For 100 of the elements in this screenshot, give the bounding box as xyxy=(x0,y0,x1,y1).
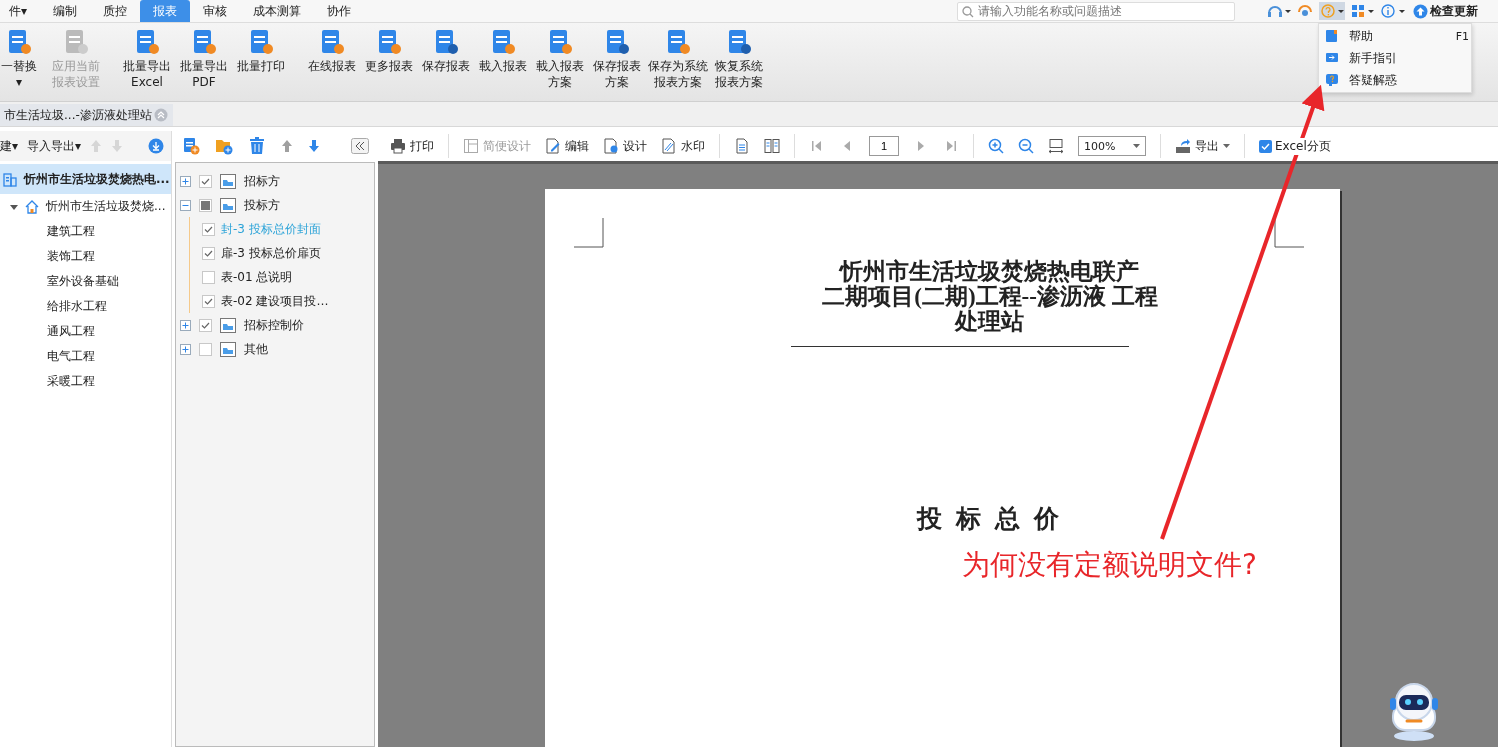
tree-item[interactable]: 表-02 建设项目投… xyxy=(221,292,329,310)
document-tab[interactable]: 市生活垃圾...-渗沥液处理站 xyxy=(0,104,173,126)
tree-item[interactable]: 招标控制价 xyxy=(244,316,304,334)
add-folder-icon[interactable] xyxy=(215,137,233,155)
menu-item[interactable]: 新手指引 xyxy=(1319,47,1471,69)
page-number-field[interactable]: 1 xyxy=(869,136,899,156)
fit-width-icon xyxy=(1048,138,1064,154)
upload-icon xyxy=(1413,3,1428,19)
tree-item[interactable]: 其他 xyxy=(244,340,268,358)
check-update-button[interactable]: 检查更新 xyxy=(1413,2,1478,20)
printer-icon xyxy=(390,138,406,154)
checkbox-checked-icon[interactable] xyxy=(202,246,215,260)
ribbon-button[interactable]: 批量导出 Excel xyxy=(120,29,174,90)
expand-box-icon[interactable] xyxy=(180,319,191,331)
move-down-icon[interactable] xyxy=(308,139,320,153)
print-button[interactable]: 打印 xyxy=(390,137,434,155)
ribbon-button[interactable]: 保存报表 xyxy=(419,29,473,74)
help-icon[interactable] xyxy=(1319,2,1345,20)
folder-report-icon xyxy=(220,341,236,357)
toolbar-dropdown-button[interactable]: 导入导出▾ xyxy=(27,137,82,155)
watermark-button[interactable]: 水印 xyxy=(661,137,705,155)
shortcut-label: F1 xyxy=(1455,29,1469,43)
crop-mark-icon xyxy=(574,218,604,248)
checkbox-checked-icon[interactable] xyxy=(1259,139,1272,153)
ribbon-button[interactable]: 批量导出 PDF xyxy=(177,29,231,90)
collapse-box-icon[interactable] xyxy=(180,199,191,211)
tree-item[interactable]: 通风工程 xyxy=(0,319,171,344)
ribbon-button[interactable]: 載入报表 方案 xyxy=(533,29,587,90)
menu-tab[interactable]: 协作 xyxy=(314,0,365,22)
info-icon[interactable] xyxy=(1381,4,1407,18)
menu-tab[interactable]: 成本测算 xyxy=(240,0,315,22)
question-icon xyxy=(1325,73,1339,87)
export-button[interactable]: 导出 xyxy=(1175,137,1230,155)
ribbon-button[interactable]: 保存报表 方案 xyxy=(590,29,644,90)
ribbon-button[interactable]: 載入报表 xyxy=(476,29,530,74)
folder-report-icon xyxy=(220,317,236,333)
expanded-caret-icon[interactable] xyxy=(10,202,18,211)
download-icon[interactable] xyxy=(148,138,164,154)
tree-item[interactable]: 忻州市生活垃圾焚烧... xyxy=(0,194,171,219)
menu-tab[interactable]: 编制 xyxy=(40,0,91,22)
tree-item[interactable]: 招标方 xyxy=(244,172,280,190)
caret-icon xyxy=(1223,144,1230,148)
search-icon xyxy=(962,5,974,18)
zoom-dropdown[interactable]: 100% xyxy=(1078,136,1146,156)
edit-button[interactable]: 编辑 xyxy=(545,137,589,155)
export-tray-icon xyxy=(1175,138,1191,154)
checkbox-checked-icon[interactable] xyxy=(199,318,212,332)
load-document-icon xyxy=(547,29,573,55)
apps-grid-icon[interactable] xyxy=(1351,4,1375,18)
tree-item[interactable]: 扉-3 投标总价扉页 xyxy=(221,244,321,262)
delete-icon[interactable] xyxy=(248,137,266,155)
tree-item[interactable]: 给排水工程 xyxy=(0,294,171,319)
checkbox-checked-icon[interactable] xyxy=(202,222,215,236)
fit-width-button[interactable] xyxy=(1048,138,1064,154)
checkbox-partial-icon[interactable] xyxy=(199,198,212,212)
design-document-icon xyxy=(603,138,619,154)
folder-report-icon xyxy=(220,197,236,213)
house-icon xyxy=(24,198,40,215)
two-page-button[interactable] xyxy=(764,138,780,154)
tree-item[interactable]: 室外设备基础 xyxy=(0,269,171,294)
toolbar-dropdown-button[interactable]: 建▾ xyxy=(0,137,19,155)
checkbox-checked-icon[interactable] xyxy=(199,174,212,188)
menu-item[interactable]: 答疑解惑 xyxy=(1319,69,1471,91)
zoom-in-button[interactable] xyxy=(988,138,1004,154)
checkbox-checked-icon[interactable] xyxy=(202,294,215,308)
headset-icon[interactable] xyxy=(1267,4,1291,18)
tree-item[interactable]: 电气工程 xyxy=(0,344,171,369)
tree-item[interactable]: 投标方 xyxy=(244,196,280,214)
tree-item[interactable]: 采暖工程 xyxy=(0,369,171,394)
collapse-panel-icon[interactable] xyxy=(351,138,369,154)
tree-item[interactable]: 建筑工程 xyxy=(0,219,171,244)
tree-item[interactable]: 装饰工程 xyxy=(0,244,171,269)
design-button[interactable]: 设计 xyxy=(603,137,647,155)
collapse-icon[interactable] xyxy=(153,108,168,122)
expand-box-icon[interactable] xyxy=(180,343,191,355)
support-icon[interactable] xyxy=(1297,4,1313,18)
single-page-button[interactable] xyxy=(734,138,750,154)
checkbox-icon[interactable] xyxy=(199,342,212,356)
expand-box-icon[interactable] xyxy=(180,175,191,187)
two-page-icon xyxy=(764,138,780,154)
save-document-icon xyxy=(604,29,630,55)
tree-item[interactable]: 忻州市生活垃圾焚烧热电... xyxy=(0,164,171,194)
ribbon-button[interactable]: 在线报表 xyxy=(305,29,359,74)
menu-tab[interactable]: 审核 xyxy=(190,0,241,22)
book-icon xyxy=(1325,29,1339,43)
menu-tab[interactable]: 件▾ xyxy=(0,0,41,22)
zoom-out-button[interactable] xyxy=(1018,138,1034,154)
zoom-in-icon xyxy=(988,138,1004,154)
search-field[interactable]: 请输入功能名称或问题描述 xyxy=(957,1,1235,21)
checkbox-icon[interactable] xyxy=(202,270,215,284)
menu-tab[interactable]: 质控 xyxy=(90,0,141,22)
ribbon-button[interactable]: 更多报表 xyxy=(362,29,416,74)
tree-item[interactable]: 表-01 总说明 xyxy=(221,268,293,286)
ribbon-button[interactable]: 保存为系统 报表方案 xyxy=(647,29,709,90)
ribbon-button[interactable]: 恢复系统 报表方案 xyxy=(712,29,766,90)
ribbon-button[interactable]: 批量打印 xyxy=(234,29,288,74)
move-up-icon[interactable] xyxy=(281,139,293,153)
menu-item[interactable]: 帮助 F1 xyxy=(1319,25,1471,47)
ribbon-button[interactable]: 一替换 ▾ xyxy=(0,29,46,90)
add-document-icon[interactable] xyxy=(182,137,200,155)
